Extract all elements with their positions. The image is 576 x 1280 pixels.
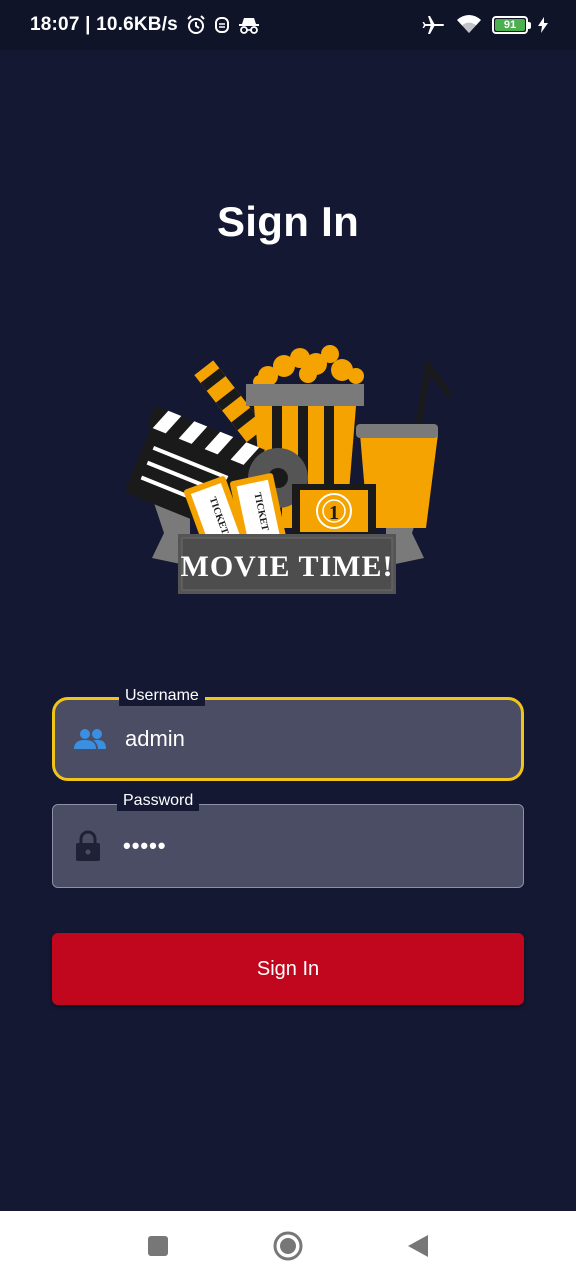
- username-field[interactable]: Username admin: [52, 686, 524, 781]
- lock-icon: [53, 830, 123, 862]
- battery-level: 91: [495, 19, 525, 31]
- wifi-icon: [456, 15, 482, 35]
- password-label: Password: [117, 791, 200, 811]
- notification-icon: [214, 16, 230, 34]
- status-right: 91: [422, 14, 548, 36]
- people-icon: [55, 727, 125, 751]
- password-input[interactable]: •••••: [123, 832, 167, 860]
- charging-icon: [538, 17, 548, 33]
- countdown-number: 1: [329, 502, 339, 524]
- back-icon[interactable]: [403, 1231, 433, 1261]
- home-icon[interactable]: [273, 1231, 303, 1261]
- airplane-mode-icon: [422, 14, 446, 36]
- movie-time-logo: TICKET TICKET 1 MOVIE TIME!: [125, 345, 453, 594]
- incognito-icon: [238, 16, 260, 34]
- recent-apps-icon[interactable]: [143, 1231, 173, 1261]
- status-left: 18:07 | 10.6KB/s: [30, 14, 260, 36]
- status-time-speed: 18:07 | 10.6KB/s: [30, 14, 178, 35]
- navigation-bar: [0, 1211, 576, 1280]
- sign-in-screen: 18:07 | 10.6KB/s 91 Sign In TICKET TICKE…: [0, 0, 576, 1280]
- password-field[interactable]: Password •••••: [52, 791, 524, 888]
- page-title: Sign In: [216, 198, 360, 245]
- status-bar: 18:07 | 10.6KB/s 91: [0, 0, 576, 50]
- username-label: Username: [119, 686, 205, 706]
- username-input[interactable]: admin: [125, 725, 185, 753]
- sign-in-button[interactable]: Sign In: [52, 933, 524, 1005]
- battery-icon: 91: [492, 16, 531, 34]
- alarm-icon: [186, 15, 206, 35]
- logo-text: MOVIE TIME!: [181, 550, 394, 583]
